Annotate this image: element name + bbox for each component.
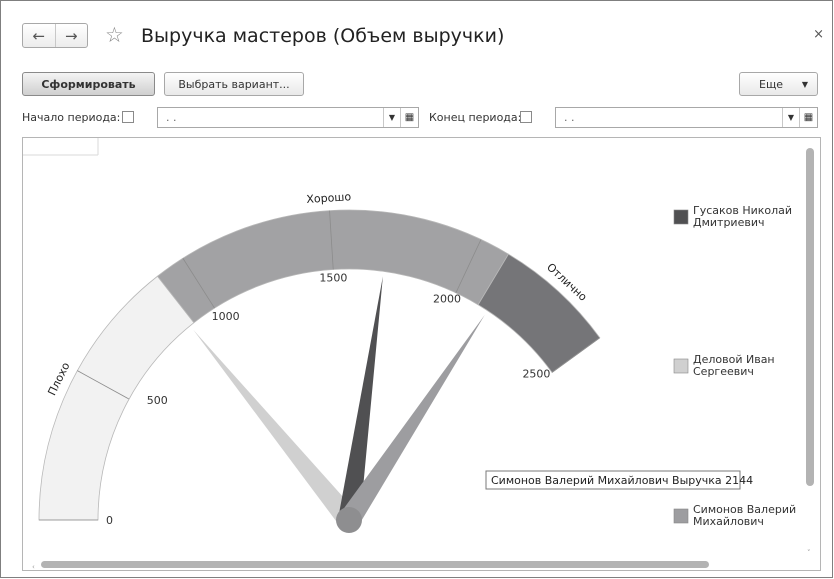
gauge-chart: 05001000150020002500 ПлохоХорошоОтлично … (23, 138, 814, 570)
legend-swatch (673, 209, 689, 225)
period-end-checkbox[interactable] (520, 111, 532, 123)
gauge-needle (193, 329, 358, 527)
gauge-tick-label: 1500 (319, 271, 347, 284)
dropdown-icon[interactable]: ▼ (383, 108, 400, 127)
legend-label: Дмитриевич (693, 216, 764, 229)
more-button[interactable]: Еще ▼ (739, 72, 818, 96)
report-result-area: 0 500 1000 1500 2000 2500 Плохо Хорошо Отлично … (22, 137, 821, 571)
legend-label: Михайлович (693, 515, 764, 528)
gauge-tick-label: 2500 (522, 368, 550, 381)
period-start-label: Начало периода: (22, 111, 121, 124)
tooltip: Симонов Валерий Михайлович Выручка 2144 (485, 470, 753, 490)
vertical-scrollbar[interactable] (806, 148, 814, 486)
select-variant-button[interactable]: Выбрать вариант... (164, 72, 304, 96)
period-end-label: Конец периода: (429, 111, 522, 124)
period-end-value: . . (564, 111, 575, 124)
forward-arrow-icon[interactable]: → (54, 24, 88, 47)
scroll-left-icon[interactable]: ‹ (32, 563, 35, 570)
chevron-down-icon: ▼ (801, 79, 808, 89)
horizontal-scrollbar[interactable] (41, 561, 709, 568)
gauge-band-label: Хорошо (306, 190, 352, 206)
gauge-tick-label: 1000 (212, 310, 240, 323)
period-start-value: . . (166, 111, 177, 124)
navigation-buttons: ← → (22, 23, 88, 48)
gauge-band (38, 275, 195, 521)
period-end-field[interactable]: . . ▼ ▦ (555, 107, 818, 128)
calendar-icon[interactable]: ▦ (799, 108, 817, 127)
gauge-hub (336, 507, 362, 533)
period-start-field[interactable]: . . ▼ ▦ (157, 107, 419, 128)
gauge-tick-label: 0 (106, 514, 113, 527)
window-title: Выручка мастеров (Объем выручки) (141, 25, 505, 47)
period-start-checkbox[interactable] (122, 111, 134, 123)
dropdown-icon[interactable]: ▼ (782, 108, 799, 127)
favorite-star-icon[interactable]: ☆ (105, 23, 124, 47)
more-button-label: Еще (759, 77, 784, 91)
report-window: ← → ☆ Выручка мастеров (Объем выручки) ×… (0, 0, 833, 578)
close-icon[interactable]: × (813, 27, 824, 42)
legend-swatch (673, 508, 689, 524)
tooltip-text: Симонов Валерий Михайлович Выручка 2144 (491, 474, 753, 487)
gauge-tick-label: 500 (147, 394, 168, 407)
calendar-icon[interactable]: ▦ (400, 108, 418, 127)
generate-button[interactable]: Сформировать (22, 72, 155, 96)
legend-label: Сергеевич (693, 365, 754, 378)
scroll-down-icon[interactable]: ˅ (807, 549, 811, 557)
legend-swatch (673, 358, 689, 374)
gauge-tick-label: 2000 (433, 293, 461, 306)
back-arrow-icon[interactable]: ← (23, 24, 55, 47)
